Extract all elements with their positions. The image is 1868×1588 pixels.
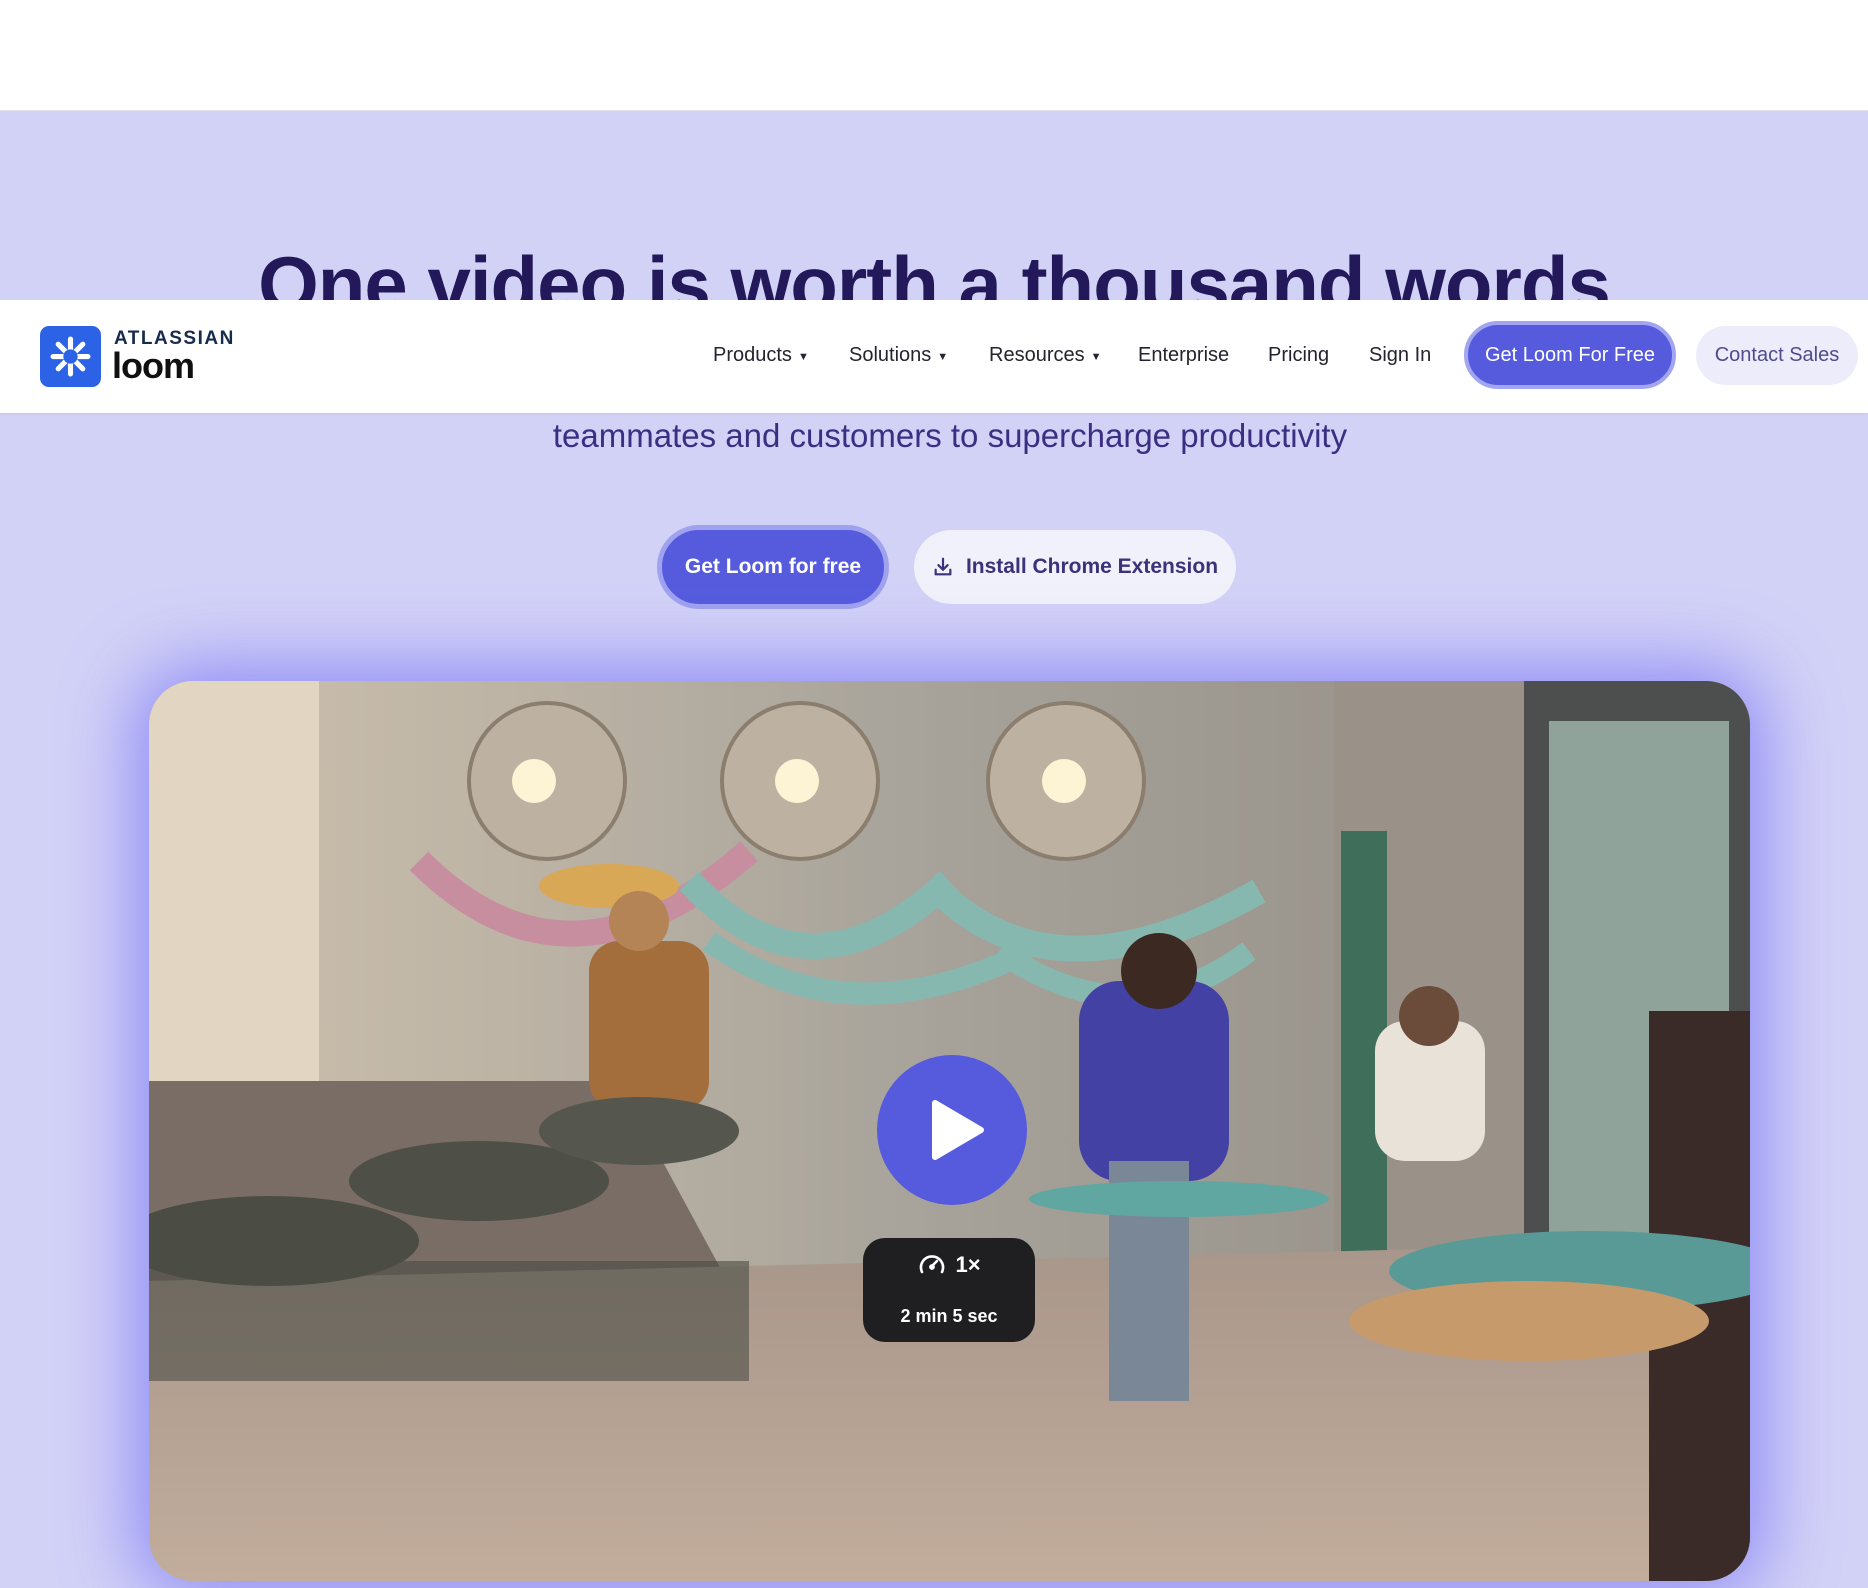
loom-logo-icon[interactable] xyxy=(40,326,101,387)
nav-pricing[interactable]: Pricing xyxy=(1268,344,1329,367)
download-icon xyxy=(932,556,954,578)
nav-cta-label: Get Loom For Free xyxy=(1484,343,1656,366)
hero-title-text: One video is worth a thousand words xyxy=(258,245,1611,300)
brand-loom-text[interactable]: loom xyxy=(112,345,195,387)
playback-speed[interactable]: 1× xyxy=(863,1252,1035,1278)
contact-sales-label: Contact Sales xyxy=(1714,344,1840,366)
nav-resources[interactable]: Resources ▼ xyxy=(989,344,1102,367)
nav-solutions[interactable]: Solutions ▼ xyxy=(849,344,948,367)
nav-solutions-label: Solutions xyxy=(849,344,932,366)
secondary-cta-label: Install Chrome Extension xyxy=(965,555,1219,578)
speed-gauge-icon xyxy=(920,1255,945,1274)
play-button[interactable] xyxy=(877,1055,1027,1205)
nav-enterprise[interactable]: Enterprise xyxy=(1138,344,1229,367)
get-loom-free-nav-button[interactable]: Get Loom For Free xyxy=(1464,321,1676,389)
primary-cta-label: Get Loom for free xyxy=(684,555,862,578)
chevron-down-icon: ▼ xyxy=(937,351,949,363)
hero-title: One video is worth a thousand words xyxy=(0,245,1868,300)
hero-subtitle: teammates and customers to supercharge p… xyxy=(552,417,1348,454)
nav-enterprise-label: Enterprise xyxy=(1138,344,1230,366)
chevron-down-icon: ▼ xyxy=(797,351,809,363)
speed-label: 1× xyxy=(955,1252,981,1277)
top-blank-strip xyxy=(0,0,1868,111)
get-loom-free-button[interactable]: Get Loom for free xyxy=(657,525,889,609)
video-duration: 2 min 5 sec xyxy=(900,1306,998,1326)
nav-resources-label: Resources xyxy=(989,344,1085,366)
contact-sales-button[interactable]: Contact Sales xyxy=(1696,326,1858,385)
nav-sign-in-label: Sign In xyxy=(1369,344,1432,366)
playback-info[interactable]: 1× 2 min 5 sec xyxy=(863,1238,1035,1342)
nav-pricing-label: Pricing xyxy=(1268,344,1330,366)
nav-products[interactable]: Products ▼ xyxy=(713,344,809,367)
nav-products-label: Products xyxy=(713,344,792,366)
chevron-down-icon: ▼ xyxy=(1090,351,1102,363)
navbar: ATLASSIAN loom Products ▼ Solutions ▼ Reso… xyxy=(0,300,1868,413)
install-chrome-extension-button[interactable]: Install Chrome Extension xyxy=(914,530,1236,604)
nav-sign-in[interactable]: Sign In xyxy=(1369,344,1431,367)
